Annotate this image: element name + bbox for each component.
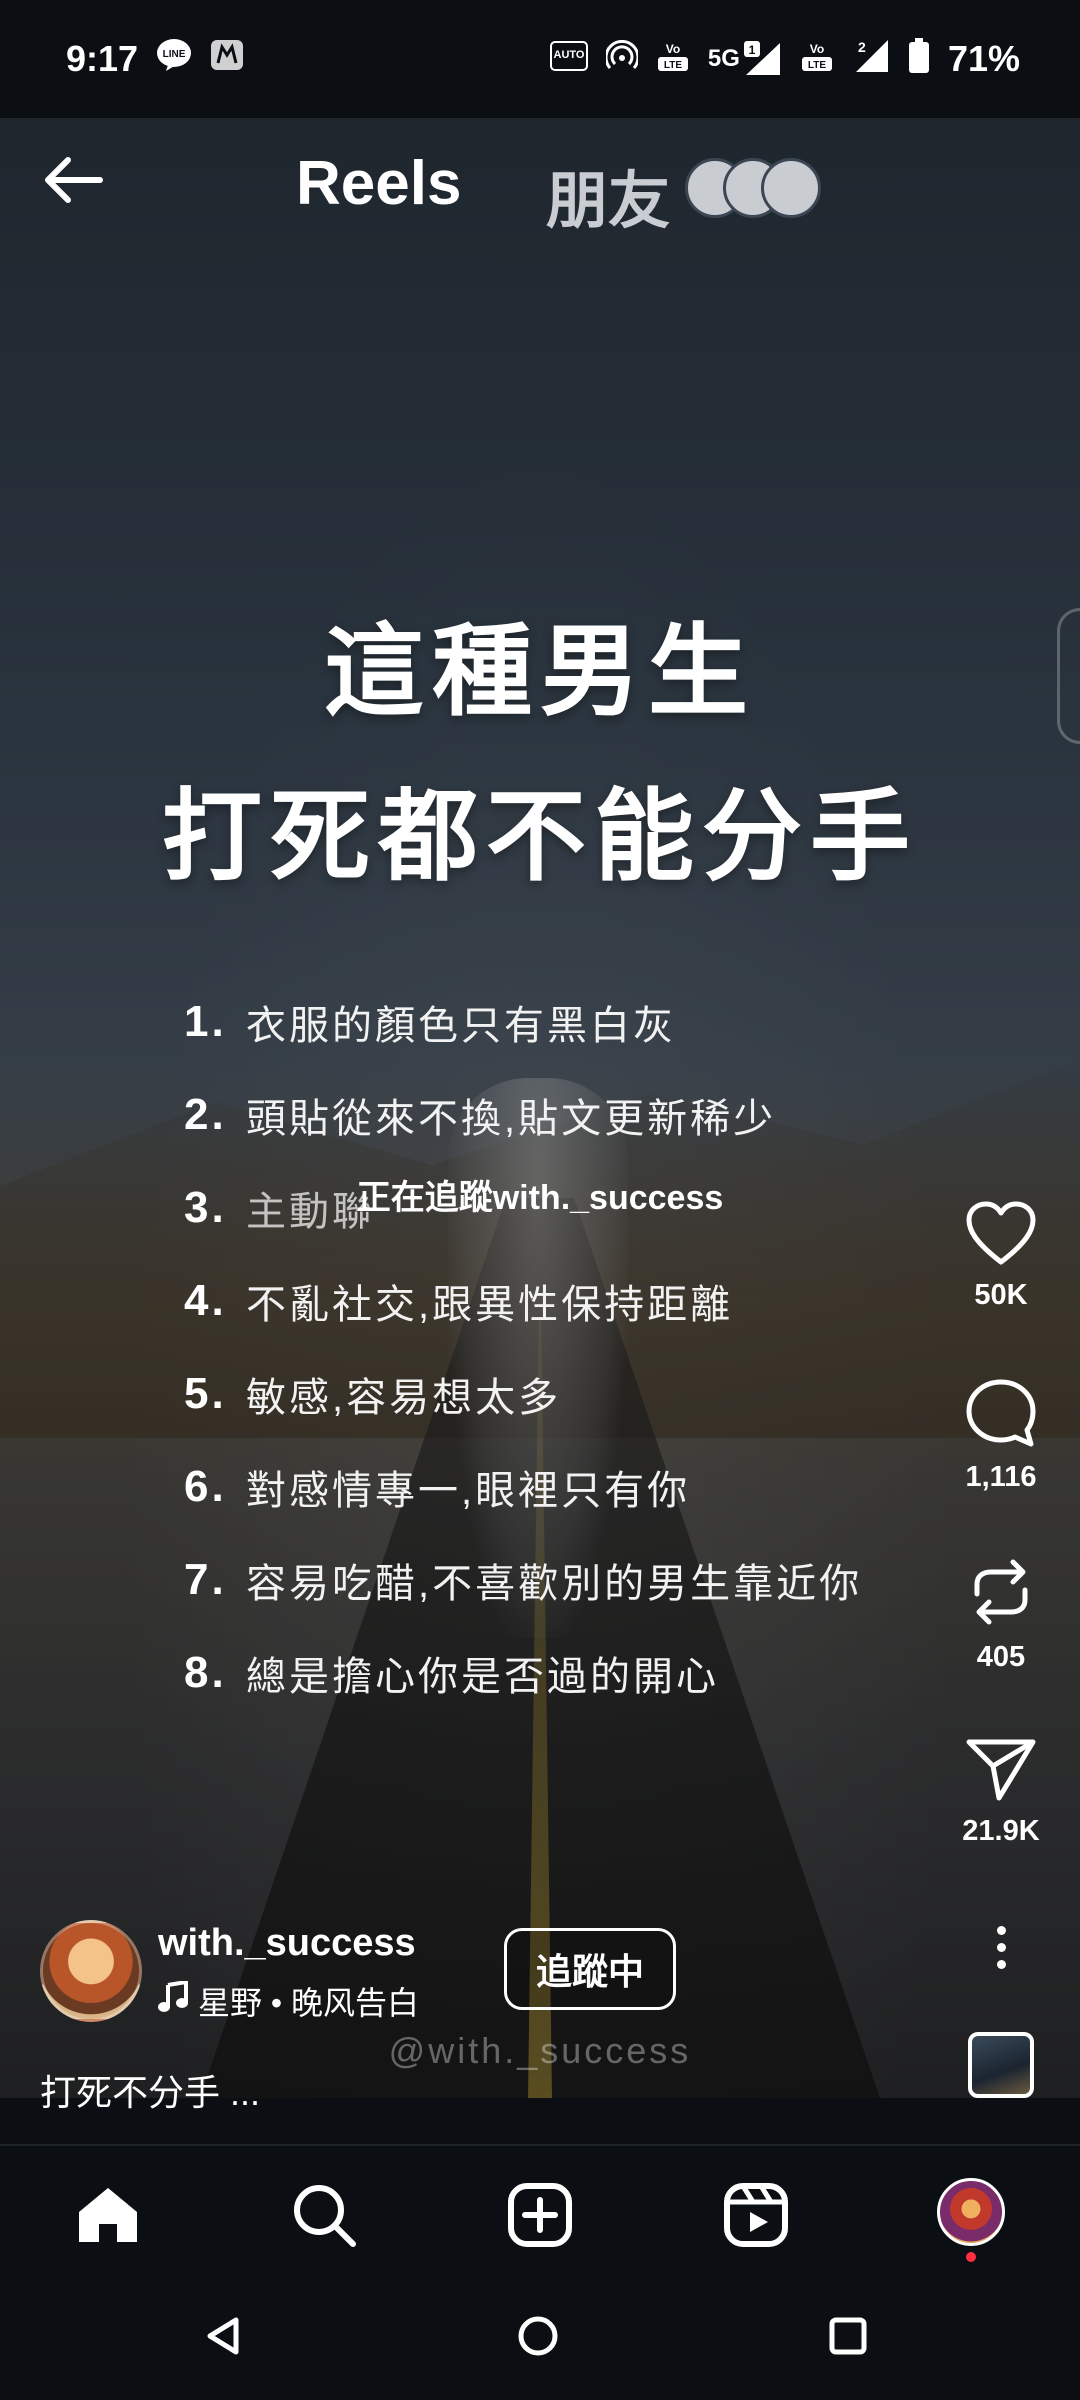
list-item: 5. 敏感,容易想太多 — [184, 1347, 1004, 1440]
comment-icon[interactable] — [951, 1378, 1051, 1453]
music-note-icon — [158, 1979, 188, 2021]
heart-icon[interactable] — [951, 1200, 1051, 1271]
list-item: 4. 不亂社交,跟異性保持距離 — [184, 1254, 1004, 1347]
music-info[interactable]: 星野 • 晚风告白 — [158, 1978, 419, 2024]
svg-text:AUTO: AUTO — [553, 49, 584, 61]
list-number: 2. — [184, 1089, 227, 1139]
list-number: 7. — [184, 1554, 227, 1604]
more-options-icon[interactable] — [986, 1926, 1016, 1972]
auto-hz-icon: AUTO — [549, 40, 588, 78]
comment-action[interactable]: 1,116 — [951, 1378, 1051, 1494]
video-list: 1. 衣服的顏色只有黑白灰 2. 頭貼從來不換,貼文更新稀少 3. 主動聯 4. 不亂社… — [184, 975, 1004, 1719]
tab-reels[interactable]: Reels — [296, 148, 461, 219]
friend-avatar — [761, 158, 821, 218]
hotspot-icon — [604, 39, 640, 79]
svg-text:2: 2 — [858, 39, 866, 55]
list-number: 6. — [184, 1461, 227, 1511]
list-text: 不亂社交,跟異性保持距離 — [246, 1282, 734, 1327]
list-number: 1. — [184, 996, 227, 1046]
share-count: 21.9K — [962, 1815, 1040, 1847]
profile-notification-dot — [966, 2252, 976, 2262]
share-action[interactable]: 21.9K — [951, 1736, 1051, 1848]
repost-count: 405 — [976, 1641, 1026, 1673]
list-item: 1. 衣服的顏色只有黑白灰 — [184, 975, 1004, 1068]
like-count: 50K — [974, 1279, 1028, 1311]
svg-text:LTE: LTE — [808, 60, 826, 71]
list-text: 總是擔心你是否過的開心 — [246, 1654, 719, 1699]
list-text: 頭貼從來不換,貼文更新稀少 — [246, 1096, 777, 1141]
list-text: 對感情專一,眼裡只有你 — [246, 1468, 691, 1513]
status-bar: 9:17 LINE AUTO Vo LTE 5G 1 Vo LTE 2 71% — [0, 0, 1080, 118]
signal-2-icon: 2 — [852, 38, 890, 81]
reels-header: Reels 朋友 — [0, 118, 1080, 248]
author-username[interactable]: with._success — [158, 1922, 416, 1965]
send-icon[interactable] — [951, 1736, 1051, 1807]
5g-signal-icon: 5G 1 — [708, 41, 782, 77]
reels-icon[interactable] — [721, 2180, 791, 2250]
volte-icon-2: Vo LTE — [800, 39, 834, 80]
video-headline-2: 打死都不能分手 — [162, 781, 918, 893]
volte-icon: Vo LTE — [656, 39, 690, 80]
system-back-icon[interactable] — [202, 2314, 246, 2358]
home-icon[interactable] — [73, 2180, 143, 2250]
list-text: 敏感,容易想太多 — [246, 1375, 562, 1420]
search-icon[interactable] — [289, 2180, 359, 2250]
following-button[interactable]: 追蹤中 — [504, 1928, 676, 2010]
author-avatar[interactable] — [40, 1920, 142, 2022]
back-arrow-icon[interactable] — [38, 148, 108, 212]
mi-app-icon — [210, 38, 244, 80]
line-app-icon: LINE — [156, 38, 192, 81]
svg-text:LINE: LINE — [163, 49, 186, 60]
svg-text:Vo: Vo — [810, 42, 824, 56]
music-title: 星野 • 晚风告白 — [198, 1985, 419, 2021]
network-label: 5G — [707, 45, 740, 72]
status-time: 9:17 — [66, 38, 139, 79]
battery-icon — [908, 37, 930, 81]
comment-count: 1,116 — [965, 1461, 1037, 1493]
friends-avatars[interactable] — [685, 158, 825, 218]
list-item: 2. 頭貼從來不換,貼文更新稀少 — [184, 1068, 1004, 1161]
system-recents-icon[interactable] — [826, 2314, 870, 2358]
repost-action[interactable]: 405 — [951, 1556, 1051, 1674]
list-text: 容易吃醋,不喜歡別的男生靠近你 — [246, 1561, 863, 1606]
tab-friends[interactable]: 朋友 — [546, 150, 670, 240]
bottom-nav — [0, 2144, 1080, 2276]
reel-caption[interactable]: 打死不分手 ... — [40, 2064, 260, 2116]
svg-text:Vo: Vo — [666, 42, 680, 56]
svg-text:LTE: LTE — [664, 60, 682, 71]
list-number: 4. — [184, 1275, 227, 1325]
battery-level: 71% — [947, 38, 1020, 79]
list-item: 6. 對感情專一,眼裡只有你 — [184, 1440, 1004, 1533]
status-right: AUTO Vo LTE 5G 1 Vo LTE 2 71% — [549, 0, 1020, 118]
list-item: 8. 總是擔心你是否過的開心 — [184, 1626, 1004, 1719]
following-toast: 正在追蹤with._success — [356, 1179, 724, 1217]
list-item: 7. 容易吃醋,不喜歡別的男生靠近你 — [184, 1533, 1004, 1626]
list-text: 衣服的顏色只有黑白灰 — [246, 1003, 676, 1048]
system-home-icon[interactable] — [516, 2314, 560, 2358]
create-post-icon[interactable] — [505, 2180, 575, 2250]
repost-icon[interactable] — [951, 1556, 1051, 1633]
system-nav-bar — [0, 2274, 1080, 2400]
profile-avatar[interactable] — [937, 2178, 1005, 2246]
list-number: 8. — [184, 1647, 227, 1697]
like-action[interactable]: 50K — [951, 1200, 1051, 1312]
video-headline-1: 這種男生 — [324, 616, 756, 728]
svg-text:1: 1 — [749, 43, 756, 57]
list-number: 5. — [184, 1368, 227, 1418]
